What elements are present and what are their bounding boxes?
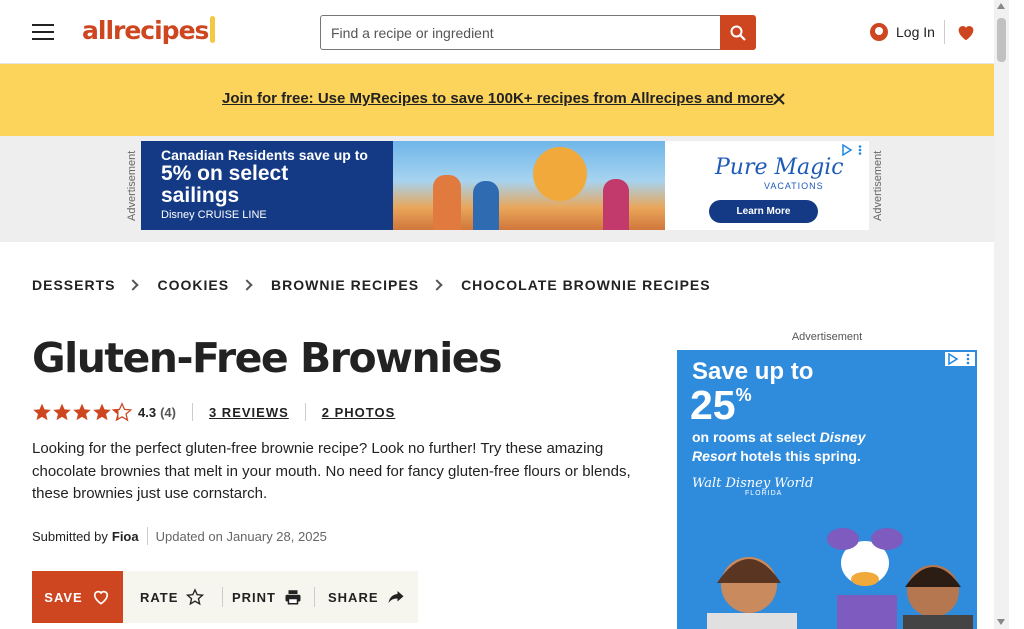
- recipe-description: Looking for the perfect gluten-free brow…: [32, 440, 631, 502]
- side-ad-body: on rooms at select Disney Resort hotels …: [692, 428, 902, 466]
- star-icon[interactable]: [72, 402, 92, 422]
- star-icon[interactable]: [32, 402, 52, 422]
- login-button[interactable]: Log In: [870, 20, 935, 44]
- share-label: SHARE: [328, 589, 379, 605]
- reviews-link[interactable]: 3 REVIEWS: [209, 405, 289, 420]
- page: allrecipes Find a recipe or ingredient L…: [0, 0, 1009, 629]
- author-link[interactable]: Fioa: [112, 529, 139, 544]
- close-icon[interactable]: [771, 91, 787, 107]
- scroll-down-icon[interactable]: [997, 619, 1005, 625]
- scrollbar[interactable]: [994, 0, 1009, 629]
- scrollbar-thumb[interactable]: [997, 18, 1006, 62]
- save-button[interactable]: SAVE: [32, 571, 123, 623]
- ad-label-right: Advertisement: [872, 150, 884, 222]
- ad-brand-panel: Pure Magic VACATIONS Learn More: [665, 141, 869, 230]
- search-input[interactable]: Find a recipe or ingredient: [320, 15, 720, 50]
- updated-date: Updated on January 28, 2025: [155, 528, 327, 544]
- scroll-up-icon[interactable]: [997, 3, 1005, 9]
- rating-divider: [304, 403, 306, 421]
- saved-recipes-button[interactable]: [955, 21, 977, 43]
- top-ad-banner[interactable]: Canadian Residents save up to 5% on sele…: [141, 141, 869, 230]
- heart-icon: [93, 590, 108, 605]
- adchoices-icon[interactable]: [841, 144, 865, 156]
- rating-value[interactable]: 4.3: [138, 405, 156, 420]
- share-button[interactable]: SHARE: [328, 571, 405, 623]
- side-ad-wdw-logo: Walt Disney World FLORIDA: [692, 476, 813, 497]
- rating-stars: [32, 402, 132, 422]
- heart-icon: [958, 26, 974, 41]
- save-label: SAVE: [44, 589, 83, 605]
- ad-brand-sub: VACATIONS: [764, 181, 824, 191]
- star-icon: [186, 588, 205, 606]
- chevron-right-icon: [431, 279, 443, 291]
- print-button[interactable]: PRINT: [232, 571, 302, 623]
- side-ad[interactable]: Save up to 25% on rooms at select Disney…: [677, 350, 977, 629]
- side-ad-body-post: hotels this spring.: [736, 448, 861, 464]
- actions-divider: [222, 587, 223, 607]
- rate-button[interactable]: RATE: [140, 571, 205, 623]
- breadcrumb-chocolate-brownie-recipes[interactable]: CHOCOLATE BROWNIE RECIPES: [461, 277, 711, 293]
- ad-line2: 5% on select: [161, 162, 289, 185]
- actions-divider: [314, 587, 315, 607]
- byline: Submitted by Fioa Updated on January 28,…: [32, 527, 327, 545]
- breadcrumb-brownie-recipes[interactable]: BROWNIE RECIPES: [271, 277, 419, 293]
- photos-link[interactable]: 2 PHOTOS: [322, 405, 396, 420]
- header-divider: [944, 20, 945, 44]
- ad-cruise-panel: Canadian Residents save up to 5% on sele…: [141, 141, 393, 230]
- adchoices-icon[interactable]: [945, 352, 975, 366]
- breadcrumb: DESSERTS COOKIES BROWNIE RECIPES CHOCOLA…: [32, 277, 711, 293]
- rate-label: RATE: [140, 589, 179, 605]
- chevron-right-icon: [127, 279, 140, 291]
- page-title: Gluten-Free Brownies: [32, 334, 502, 382]
- breadcrumb-desserts[interactable]: DESSERTS: [32, 277, 115, 293]
- rating-row: 4.3 (4) 3 REVIEWS 2 PHOTOS: [32, 401, 395, 423]
- print-icon: [285, 590, 301, 605]
- submitted-by-label: Submitted by: [32, 528, 108, 544]
- side-ad-wdw: Walt Disney World: [692, 476, 814, 491]
- side-ad-wdw-sub: FLORIDA: [745, 490, 783, 497]
- ad-image: [393, 141, 665, 230]
- ad-footer: Disney CRUISE LINE: [161, 209, 267, 221]
- chevron-right-icon: [241, 279, 253, 291]
- star-icon[interactable]: [52, 402, 72, 422]
- rating-count: (4): [160, 404, 176, 420]
- side-ad-image: [677, 525, 977, 629]
- user-icon: [870, 23, 888, 41]
- hamburger-menu-icon[interactable]: [32, 22, 54, 42]
- ad-line1: Canadian Residents save up to: [161, 147, 368, 163]
- search-icon: [730, 25, 746, 41]
- ad-line3: sailings: [161, 184, 240, 207]
- logo-text: allrecipes: [82, 16, 209, 45]
- ad-learn-more-button[interactable]: Learn More: [709, 200, 818, 223]
- site-header: allrecipes Find a recipe or ingredient L…: [0, 0, 1009, 64]
- side-ad-number: 25: [690, 382, 736, 428]
- share-icon: [388, 591, 404, 603]
- breadcrumb-cookies[interactable]: COOKIES: [157, 277, 229, 293]
- side-ad-label: Advertisement: [791, 331, 863, 343]
- search-button[interactable]: [720, 15, 756, 50]
- side-ad-percent: 25%: [690, 382, 752, 429]
- side-ad-suffix: %: [735, 385, 752, 405]
- ad-label-left: Advertisement: [126, 150, 138, 222]
- promo-join-link[interactable]: Join for free: Use MyRecipes to save 100…: [222, 90, 774, 107]
- byline-divider: [146, 527, 148, 545]
- logo-spoon-icon: [210, 16, 216, 43]
- recipe-actions: SAVE RATE PRINT SHARE: [32, 571, 418, 623]
- ad-brand: Pure Magic: [715, 155, 844, 180]
- login-label: Log In: [896, 24, 935, 40]
- star-icon[interactable]: [112, 402, 132, 422]
- star-icon[interactable]: [92, 402, 112, 422]
- rating-divider: [191, 403, 193, 421]
- search-placeholder: Find a recipe or ingredient: [331, 24, 494, 41]
- print-label: PRINT: [232, 589, 276, 605]
- site-logo[interactable]: allrecipes: [82, 16, 216, 45]
- side-ad-body-pre: on rooms at select: [692, 429, 820, 445]
